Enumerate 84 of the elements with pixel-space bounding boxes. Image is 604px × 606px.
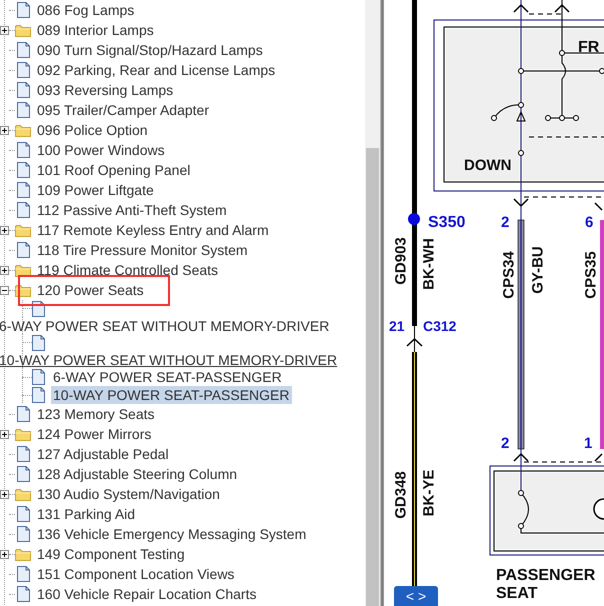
tree-item[interactable]: 101 Roof Opening Panel	[35, 161, 192, 179]
tree-item[interactable]: 149 Component Testing	[35, 545, 187, 563]
tree-item[interactable]: 131 Parking Aid	[35, 505, 138, 523]
document-icon	[17, 42, 30, 58]
circuit-label: GD903	[392, 237, 410, 285]
tree-item[interactable]: 127 Adjustable Pedal	[35, 445, 171, 463]
document-icon	[17, 566, 30, 582]
tree-item[interactable]: 093 Reversing Lamps	[35, 81, 176, 99]
expand-icon[interactable]	[0, 550, 9, 558]
tree-item[interactable]: 160 Vehicle Repair Location Charts	[35, 585, 258, 603]
document-icon	[32, 387, 45, 403]
document-icon	[17, 182, 30, 198]
document-icon	[17, 242, 30, 258]
document-icon	[17, 82, 30, 98]
circuit-label: CPS34	[500, 251, 518, 299]
tree-item[interactable]: 119 Climate Controlled Seats	[35, 261, 220, 279]
folder-icon	[15, 264, 31, 276]
tree-item[interactable]: 092 Parking, Rear and License Lamps	[35, 61, 278, 79]
tree-item[interactable]: 090 Turn Signal/Stop/Hazard Lamps	[35, 41, 265, 59]
folder-icon	[15, 548, 31, 560]
document-icon	[17, 526, 30, 542]
tree-item[interactable]: 089 Interior Lamps	[35, 21, 156, 39]
navigation-button[interactable]: < >	[394, 586, 438, 606]
folder-icon	[15, 224, 31, 236]
tree-item[interactable]: 118 Tire Pressure Monitor System	[35, 241, 250, 259]
document-icon	[32, 369, 45, 385]
component-label: PASSENGER	[496, 567, 596, 584]
pin-number: 1	[584, 435, 592, 452]
pin-number: 2	[501, 214, 510, 231]
tree-item[interactable]: 124 Power Mirrors	[35, 425, 154, 443]
document-icon	[17, 142, 30, 158]
pin-number: 2	[501, 435, 510, 452]
collapse-icon[interactable]	[0, 286, 9, 294]
tree-item[interactable]: 128 Adjustable Steering Column	[35, 465, 240, 483]
scrollbar-thumb[interactable]	[366, 148, 379, 606]
wire-color-label: BK-WH	[420, 238, 438, 290]
document-icon	[17, 506, 30, 522]
folder-icon	[15, 124, 31, 136]
document-icon	[17, 62, 30, 78]
expand-icon[interactable]	[0, 26, 9, 34]
splice-label: S350	[428, 214, 466, 231]
document-icon	[32, 334, 45, 350]
switch-label: FR	[578, 39, 600, 56]
expand-icon[interactable]	[0, 226, 9, 234]
tree-item[interactable]: 123 Memory Seats	[35, 405, 156, 423]
folder-icon	[15, 488, 31, 500]
tree-item[interactable]: 10-WAY POWER SEAT WITHOUT MEMORY-DRIVER	[0, 350, 340, 368]
tree-item[interactable]: 100 Power Windows	[35, 141, 167, 159]
tree-item[interactable]: 130 Audio System/Navigation	[35, 485, 222, 503]
document-icon	[17, 466, 30, 482]
expand-icon[interactable]	[0, 490, 9, 498]
tree-item[interactable]: 10-WAY POWER SEAT-PASSENGER	[51, 386, 292, 404]
folder-icon	[15, 24, 31, 36]
expand-icon[interactable]	[0, 430, 9, 438]
component-label: SEAT	[496, 585, 538, 602]
folder-icon	[15, 428, 31, 440]
tree-item[interactable]: 151 Component Location Views	[35, 565, 236, 583]
wire-color-label: BK-YE	[420, 470, 438, 516]
wire-color-label: GY-BU	[530, 246, 546, 294]
document-icon	[17, 102, 30, 118]
switch-label: DOWN	[464, 157, 512, 174]
tree-item[interactable]: 117 Remote Keyless Entry and Alarm	[35, 221, 271, 239]
tree-item[interactable]: 136 Vehicle Emergency Messaging System	[35, 525, 308, 543]
expand-icon[interactable]	[0, 126, 9, 134]
document-icon	[17, 586, 30, 602]
document-icon	[17, 406, 30, 422]
tree-item[interactable]: 6-WAY POWER SEAT WITHOUT MEMORY-DRIVER	[0, 316, 332, 334]
tree-item[interactable]: 096 Police Option	[35, 121, 150, 139]
tree-item[interactable]: 120 Power Seats	[35, 281, 146, 299]
tree-item[interactable]: 086 Fog Lamps	[35, 1, 136, 19]
expand-icon[interactable]	[0, 266, 9, 274]
connector-label: C312	[423, 318, 456, 334]
circuit-label: CPS35	[582, 251, 600, 299]
pin-number: 21	[389, 318, 405, 334]
tree-item[interactable]: 095 Trailer/Camper Adapter	[35, 101, 211, 119]
tree-item[interactable]: 109 Power Liftgate	[35, 181, 156, 199]
document-icon	[17, 2, 30, 18]
document-icon	[17, 446, 30, 462]
pin-number: 6	[585, 214, 594, 231]
circuit-label: GD348	[392, 471, 410, 519]
document-icon	[17, 162, 30, 178]
tree-item[interactable]: 112 Passive Anti-Theft System	[35, 201, 229, 219]
tree-item[interactable]: 6-WAY POWER SEAT-PASSENGER	[51, 368, 284, 386]
document-icon	[17, 202, 30, 218]
